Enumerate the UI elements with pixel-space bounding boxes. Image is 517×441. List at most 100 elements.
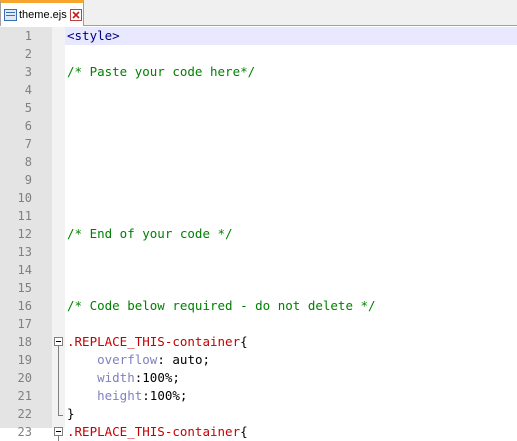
code-text: .REPLACE_THIS-container{ (67, 333, 248, 351)
code-token-tag: <style> (67, 28, 120, 43)
code-area[interactable] (65, 81, 517, 99)
code-area[interactable]: /* Code below required - do not delete *… (65, 297, 517, 315)
code-area[interactable]: .REPLACE_THIS-container{ (65, 423, 517, 441)
line-number: 15 (17, 281, 32, 295)
code-line[interactable]: 10 (0, 189, 517, 207)
code-line[interactable]: 15 (0, 279, 517, 297)
code-token-prop: height (97, 388, 143, 403)
code-text: .REPLACE_THIS-container{ (67, 423, 248, 441)
code-token-prop: overflow (97, 352, 158, 367)
code-area[interactable] (65, 315, 517, 333)
fold-line (54, 369, 64, 387)
code-line[interactable]: 9 (0, 171, 517, 189)
code-area[interactable]: .REPLACE_THIS-container{ (65, 333, 517, 351)
tab-theme-ejs[interactable]: theme.ejs (0, 0, 84, 26)
line-number: 12 (17, 227, 32, 241)
code-area[interactable] (65, 261, 517, 279)
code-line[interactable]: 21 height:100%; (0, 387, 517, 405)
line-number: 4 (24, 83, 32, 97)
code-token-punct: : (157, 352, 173, 367)
code-line[interactable]: 1 <style> (0, 27, 517, 45)
line-number: 1 (24, 29, 32, 43)
code-area[interactable]: /* End of your code */ (65, 225, 517, 243)
fold-toggle-icon[interactable] (54, 423, 64, 441)
code-line[interactable]: 22} (0, 405, 517, 423)
line-number: 6 (24, 119, 32, 133)
code-line[interactable]: 14 (0, 261, 517, 279)
line-number: 14 (17, 263, 32, 277)
code-text: /* Paste your code here*/ (67, 63, 255, 81)
code-token-prop: width (97, 370, 135, 385)
code-token-punct: { (240, 424, 248, 439)
code-editor[interactable]: 1 <style> 2 3/* Paste your code here*/4 5 6 7 8… (0, 27, 517, 441)
line-number: 23 (17, 425, 32, 439)
code-line[interactable]: 18 .REPLACE_THIS-container{ (0, 333, 517, 351)
code-area[interactable]: /* Paste your code here*/ (65, 63, 517, 81)
code-area[interactable]: width:100%; (65, 369, 517, 387)
code-text: } (67, 405, 75, 423)
code-text: height:100%; (67, 387, 187, 405)
code-line[interactable]: 3 /* Paste your code here*/ (0, 63, 517, 81)
code-line[interactable]: 20 width:100%; (0, 369, 517, 387)
code-line[interactable]: 4 (0, 81, 517, 99)
code-line[interactable]: 12 /* End of your code */ (0, 225, 517, 243)
code-line[interactable]: 16 /* Code below required - do not delete… (0, 297, 517, 315)
line-number: 16 (17, 299, 32, 313)
line-number: 18 (17, 335, 32, 349)
line-number: 17 (17, 317, 32, 331)
code-area[interactable]: } (65, 405, 517, 423)
code-token-value (67, 352, 97, 367)
code-token-punct: { (240, 334, 248, 349)
line-number: 21 (17, 389, 32, 403)
code-token-punct: ; (179, 388, 188, 403)
code-area[interactable]: overflow: auto; (65, 351, 517, 369)
fold-end (54, 405, 64, 423)
code-line[interactable]: 7 (0, 135, 517, 153)
code-line[interactable]: 11 (0, 207, 517, 225)
code-token-punct: ; (172, 370, 180, 385)
code-token-value: 100% (149, 388, 180, 403)
code-line[interactable]: 23 .REPLACE_THIS-container{ (0, 423, 517, 441)
code-line[interactable]: 6 (0, 117, 517, 135)
code-line[interactable]: 8 (0, 153, 517, 171)
line-number: 22 (17, 407, 32, 421)
line-number: 20 (17, 371, 32, 385)
code-token-comment: /* Paste your code here*/ (67, 64, 256, 79)
code-token-selector: .REPLACE_THIS-container (67, 424, 241, 439)
editor-lines: 1 <style> 2 3/* Paste your code here*/4 5 6 7 8… (0, 27, 517, 441)
code-line[interactable]: 5 (0, 99, 517, 117)
code-area[interactable] (65, 117, 517, 135)
close-icon[interactable] (69, 8, 82, 21)
line-number: 13 (17, 245, 32, 259)
code-text: <style> (67, 27, 120, 45)
code-area[interactable] (65, 207, 517, 225)
tab-label: theme.ejs (19, 8, 67, 21)
code-area[interactable] (65, 171, 517, 189)
code-text: width:100%; (67, 369, 180, 387)
fold-toggle-icon[interactable] (54, 333, 64, 351)
code-line[interactable]: 17 (0, 315, 517, 333)
code-token-punct: ; (202, 352, 211, 367)
code-area[interactable] (65, 135, 517, 153)
line-number: 10 (17, 191, 32, 205)
code-area[interactable] (65, 99, 517, 117)
code-token-comment: /* Code below required - do not delete *… (67, 298, 376, 313)
code-area[interactable] (65, 153, 517, 171)
code-line[interactable]: 2 (0, 45, 517, 63)
line-number: 2 (24, 47, 32, 61)
code-token-punct: } (67, 406, 75, 421)
code-area[interactable] (65, 279, 517, 297)
code-line[interactable]: 19 overflow: auto; (0, 351, 517, 369)
code-line[interactable]: 13 (0, 243, 517, 261)
code-text: overflow: auto; (67, 351, 210, 369)
line-number: 8 (24, 155, 32, 169)
line-number: 19 (17, 353, 32, 367)
code-token-value: auto (172, 352, 203, 367)
code-area[interactable] (65, 45, 517, 63)
code-area[interactable]: <style> (65, 27, 517, 45)
code-area[interactable]: height:100%; (65, 387, 517, 405)
code-area[interactable] (65, 189, 517, 207)
line-number: 11 (17, 209, 32, 223)
fold-line (54, 351, 64, 369)
code-area[interactable] (65, 243, 517, 261)
